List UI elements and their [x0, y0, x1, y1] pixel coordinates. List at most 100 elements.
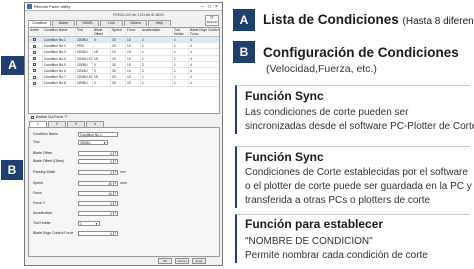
- window-titlebar: Remote Panel Utility – □ ×: [25, 3, 222, 11]
- tab-help[interactable]: Help: [148, 20, 171, 26]
- ok-button[interactable]: OK: [158, 258, 172, 264]
- remote-panel-window: Remote Panel Utility – □ × FC9000-100 Ve…: [24, 2, 223, 266]
- table-row[interactable]: Condition No.8 CB09U 0 30 10 1 1 4: [29, 80, 219, 87]
- force-stepper[interactable]: 10 ⇕: [78, 190, 118, 196]
- tab-link[interactable]: Link: [100, 20, 123, 26]
- legend-a-note: (Hasta 8 diferentes): [402, 16, 474, 27]
- device-info: FC9000-100 Ver 1.00 Unit ID 46000: [113, 13, 164, 17]
- row-tool-holder: 1: [173, 80, 189, 86]
- active-checkbox[interactable]: [33, 69, 36, 73]
- tab-condition[interactable]: Condition: [28, 20, 51, 26]
- row-condition-name: Condition No.7: [43, 74, 76, 80]
- feature-box-line: o el plotter de corte puede ser guardada…: [245, 181, 472, 192]
- row-blade-offset: 0: [93, 61, 111, 67]
- feature-box-line: Permite nombrar cada condición de corte: [245, 250, 428, 261]
- row-acceleration: 1: [141, 80, 173, 86]
- row-condition-name: Condition No.4: [43, 55, 76, 61]
- tool-label: Tool: [33, 140, 40, 144]
- speed-row: Speed 30 ⇕ cm/s: [33, 180, 127, 186]
- condition-name-field[interactable]: Condition No.1: [78, 131, 118, 137]
- row-tool-holder: 1: [173, 43, 189, 49]
- row-speed: 20: [111, 74, 126, 80]
- minimize-icon[interactable]: –: [199, 4, 206, 10]
- row-tool: CB09U: [76, 80, 93, 86]
- stepper-arrows-icon[interactable]: ⇕: [113, 181, 117, 186]
- stepper-arrows-icon[interactable]: ⇕: [113, 201, 117, 206]
- condition-list: Active Condition Name Tool Blade Offset …: [28, 27, 220, 114]
- tool-holder-row: Tool Holder 1 ▼: [33, 220, 100, 226]
- row-speed: 10: [111, 49, 126, 55]
- legend-b-marker: B: [233, 41, 255, 63]
- active-checkbox[interactable]: [33, 44, 36, 48]
- acceleration-row: Acceleration 2 ⇕: [33, 210, 118, 216]
- active-checkbox[interactable]: [33, 50, 36, 54]
- force-row: Force 10 ⇕: [33, 190, 118, 196]
- col-blade-edge-control-force: Blade Edge Control Force: [190, 28, 219, 36]
- stepper-arrows-icon[interactable]: ⇕: [113, 170, 117, 175]
- cancel-button[interactable]: Cancel: [175, 258, 189, 264]
- tool-select-value: CB09U: [80, 140, 91, 145]
- row-speed: 30: [111, 67, 126, 74]
- col-acceleration: Acceleration: [141, 28, 173, 36]
- speed-label: Speed: [33, 181, 44, 185]
- tool-select[interactable]: CB09U ▼: [78, 139, 108, 145]
- bec-stepper[interactable]: 4 ⇕: [78, 230, 118, 236]
- active-checkbox[interactable]: [33, 75, 36, 79]
- row-acceleration: 2: [141, 67, 173, 74]
- active-checkbox[interactable]: [33, 56, 36, 60]
- bec-label: Blade Edge Control Force: [33, 231, 74, 235]
- col-condition-name: Condition Name: [43, 28, 76, 36]
- active-checkbox[interactable]: [33, 38, 36, 42]
- refresh-button[interactable]: ⟳ Refresh: [205, 15, 219, 26]
- legend-b-note: (Velocidad,Fuerza, etc.): [266, 63, 377, 75]
- blade-offset-row: Blade Offset 0 ⇕: [33, 150, 118, 156]
- tab-rams[interactable]: RAMS: [76, 20, 99, 26]
- row-acceleration: 1: [141, 55, 173, 61]
- feature-box-condition-name: Función para establecer "NOMBRE DE CONDI…: [235, 214, 470, 263]
- feature-box-line: "NOMBRE DE CONDICION": [245, 236, 373, 247]
- close-icon[interactable]: ×: [213, 4, 220, 10]
- feature-box-line: transferida a otras PCs o plotters de co…: [245, 195, 431, 206]
- row-bec: 4: [190, 62, 192, 67]
- enable-cut-force-label: Enable Cut Force 'Y': [36, 115, 68, 119]
- speed-stepper[interactable]: 30 ⇕: [78, 180, 118, 186]
- maximize-icon[interactable]: □: [206, 4, 213, 10]
- row-force: 10: [126, 43, 141, 49]
- row-tool-holder: 1: [173, 74, 189, 80]
- row-tool: CB09U: [76, 37, 93, 43]
- acceleration-stepper[interactable]: 2 ⇕: [78, 210, 118, 216]
- force-label: Force: [33, 191, 42, 195]
- feature-box-line: sincronizadas desde el software PC-Plott…: [245, 121, 474, 132]
- tab-others[interactable]: Others: [124, 20, 147, 26]
- stepper-arrows-icon[interactable]: ⇕: [113, 151, 117, 156]
- row-bec: 4: [190, 44, 192, 49]
- enable-cut-force-y[interactable]: Enable Cut Force 'Y': [31, 115, 68, 119]
- stepper-arrows-icon[interactable]: ⇕: [113, 159, 117, 164]
- stepper-arrows-icon[interactable]: ⇕: [113, 211, 117, 216]
- blade-offset-other-stepper[interactable]: 0 ⇕: [78, 158, 118, 164]
- row-blade-offset: -: [93, 43, 111, 49]
- passing-width-stepper[interactable]: 0 ⇕: [78, 169, 118, 175]
- tab-alarm[interactable]: Alarm: [52, 20, 75, 26]
- stepper-arrows-icon[interactable]: ⇕: [113, 231, 117, 236]
- stepper-arrows-icon[interactable]: ⇕: [113, 191, 117, 196]
- force-y-stepper[interactable]: 0 ⇕: [78, 200, 118, 206]
- row-blade-offset: 15: [93, 74, 111, 80]
- passing-width-row: Passing Width 0 ⇕ mm: [33, 169, 126, 175]
- col-speed: Speed: [111, 28, 126, 36]
- row-condition-name: Condition No.6: [43, 67, 76, 74]
- tool-holder-select[interactable]: 1 ▼: [78, 220, 100, 226]
- row-acceleration: 2: [141, 37, 173, 43]
- active-checkbox[interactable]: [33, 63, 36, 67]
- col-force: Force: [126, 28, 141, 36]
- tool-holder-value: 1: [80, 221, 82, 226]
- apply-button[interactable]: Apply: [192, 258, 206, 264]
- active-checkbox[interactable]: [33, 81, 36, 85]
- legend-a-title-text: Lista de Condiciones: [263, 12, 399, 27]
- enable-cut-force-checkbox[interactable]: [31, 115, 34, 119]
- tool-holder-label: Tool Holder: [33, 221, 51, 225]
- row-tool-holder: 1: [173, 49, 189, 55]
- row-force: 10: [126, 37, 141, 43]
- feature-box-sync-2: Función Sync Condiciones de Corte establ…: [235, 146, 472, 208]
- blade-offset-stepper[interactable]: 0 ⇕: [78, 150, 118, 156]
